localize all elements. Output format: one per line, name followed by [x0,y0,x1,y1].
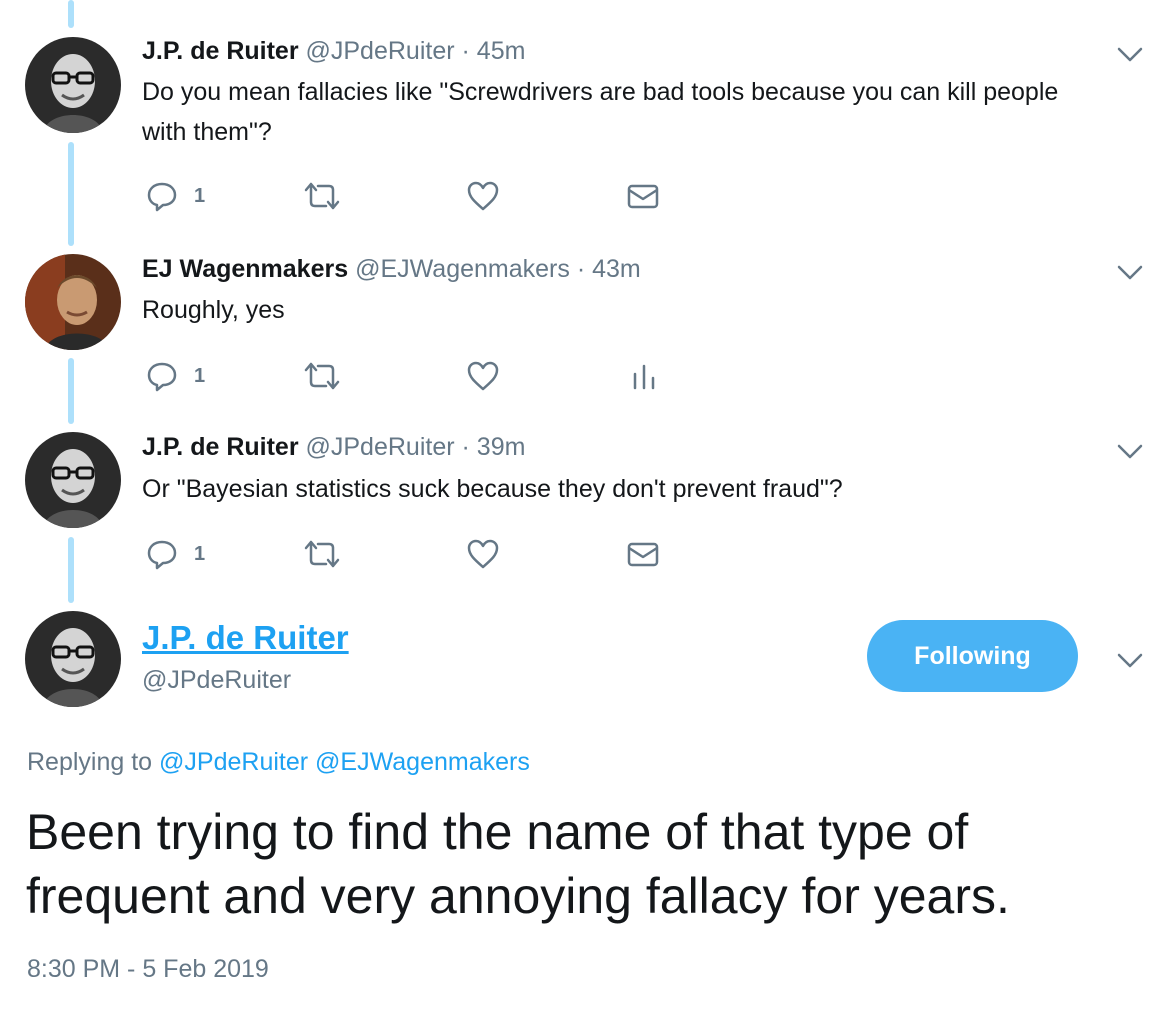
avatar[interactable] [25,254,121,350]
separator: · [576,255,586,283]
chevron-down-icon[interactable] [1114,648,1146,672]
tweet-header: EJ Wagenmakers @EJWagenmakers · 43m [142,255,641,284]
focal-author-name[interactable]: J.P. de Ruiter [142,619,349,657]
reply-icon [147,540,177,570]
like-button[interactable] [466,356,500,396]
replying-label: Replying to [27,748,153,776]
like-button[interactable] [466,534,500,574]
chevron-down-icon[interactable] [1114,439,1146,463]
tweet-text: Or "Bayesian statistics suck because the… [142,475,843,503]
author-name[interactable]: J.P. de Ruiter [142,433,299,461]
avatar[interactable] [25,611,121,707]
replying-to: Replying to @JPdeRuiter @EJWagenmakers [27,748,530,777]
tweet[interactable]: J.P. de Ruiter @JPdeRuiter · 45m Do you … [0,0,1168,240]
tweet[interactable]: EJ Wagenmakers @EJWagenmakers · 43m Roug… [0,240,1168,420]
like-button[interactable] [466,176,500,216]
tweet-header: J.P. de Ruiter @JPdeRuiter · 45m [142,37,525,66]
mention-link[interactable]: @EJWagenmakers [315,748,530,776]
retweet-icon [304,362,340,390]
tweet-text: Roughly, yes [142,296,285,324]
author-handle[interactable]: @JPdeRuiter [306,37,455,65]
separator: · [461,37,470,65]
tweet-actions: 1 [142,356,702,396]
heart-icon [467,361,499,391]
author-name[interactable]: J.P. de Ruiter [142,37,299,65]
tweet-text: Do you mean fallacies like "Screwdrivers… [142,78,1059,146]
focal-tweet-text: Been trying to find the name of that typ… [26,804,1010,924]
tweet-actions: 1 [142,176,702,216]
retweet-icon [304,540,340,568]
following-button[interactable]: Following [867,620,1078,692]
heart-icon [467,539,499,569]
retweet-icon [304,182,340,210]
tweet-header: J.P. de Ruiter @JPdeRuiter · 39m [142,433,525,462]
retweet-button[interactable] [302,176,342,216]
avatar[interactable] [25,432,121,528]
author-name[interactable]: EJ Wagenmakers [142,255,348,283]
heart-icon [467,181,499,211]
tweet-actions: 1 [142,534,702,574]
analytics-button[interactable] [630,356,658,396]
mention-link[interactable]: @JPdeRuiter [159,748,308,776]
direct-message-button[interactable] [626,534,660,574]
tweet-time[interactable]: 43m [592,255,641,283]
focal-author-handle[interactable]: @JPdeRuiter [142,666,291,695]
author-handle[interactable]: @EJWagenmakers [355,255,570,283]
retweet-button[interactable] [302,356,342,396]
envelope-icon [627,542,659,567]
chevron-down-icon[interactable] [1114,42,1146,66]
separator: · [461,433,470,461]
reply-button[interactable]: 1 [146,534,205,574]
chevron-down-icon[interactable] [1114,260,1146,284]
reply-count: 1 [194,184,206,207]
reply-count: 1 [194,542,206,565]
tweet[interactable]: J.P. de Ruiter @JPdeRuiter · 39m Or "Bay… [0,420,1168,600]
tweet-timestamp[interactable]: 8:30 PM - 5 Feb 2019 [27,955,269,984]
tweet-time[interactable]: 45m [477,37,526,65]
avatar[interactable] [25,37,121,133]
reply-icon [147,182,177,212]
reply-icon [147,362,177,392]
reply-count: 1 [194,364,206,387]
direct-message-button[interactable] [626,176,660,216]
reply-button[interactable]: 1 [146,356,205,396]
author-handle[interactable]: @JPdeRuiter [306,433,455,461]
tweet-time[interactable]: 39m [477,433,526,461]
reply-button[interactable]: 1 [146,176,205,216]
envelope-icon [627,184,659,209]
analytics-icon [633,364,655,390]
retweet-button[interactable] [302,534,342,574]
